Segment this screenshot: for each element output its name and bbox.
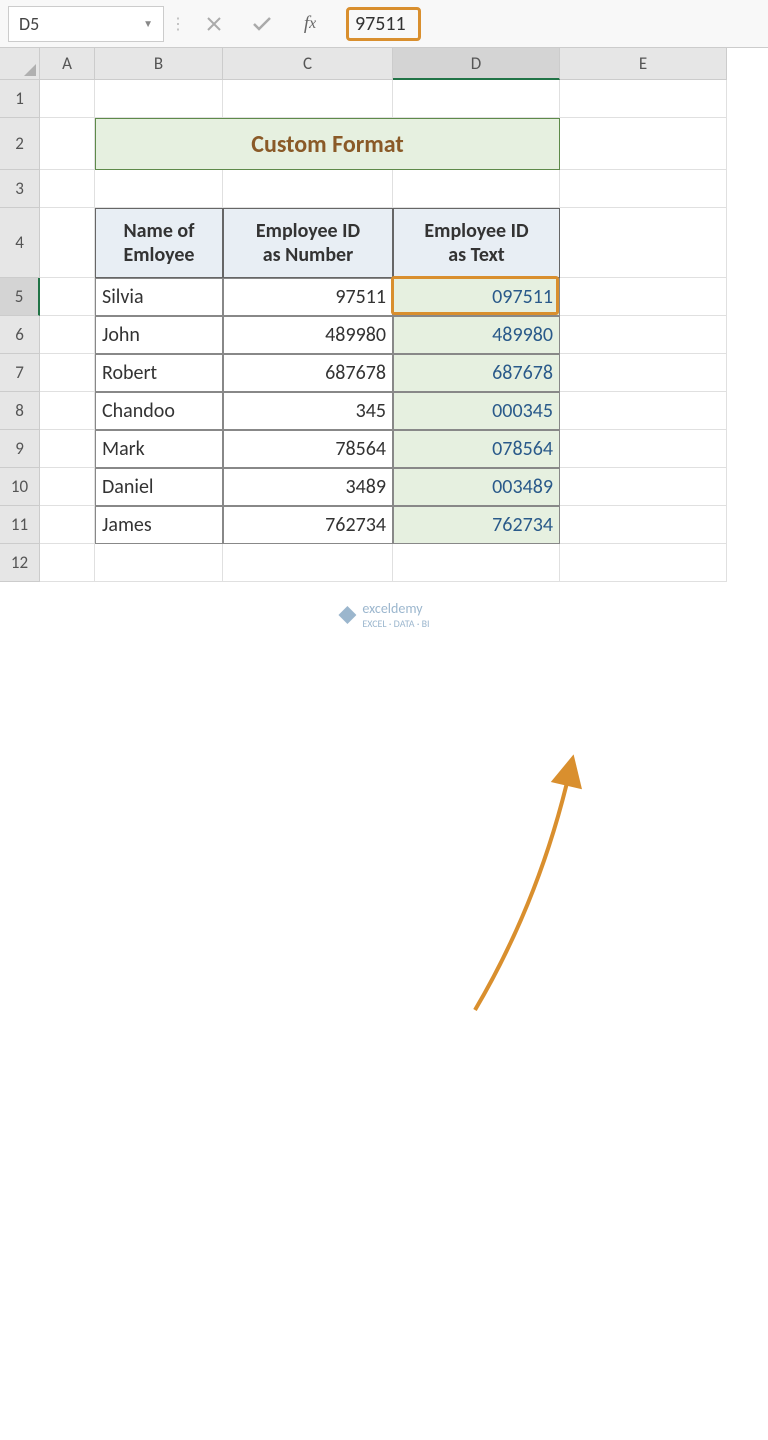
cell-C9[interactable]: 78564 <box>223 430 393 468</box>
col-header-a[interactable]: A <box>40 48 95 80</box>
formula-value: 97511 <box>346 7 421 41</box>
cell-E7[interactable] <box>560 354 727 392</box>
cell-A6[interactable] <box>40 316 95 354</box>
cell-B2[interactable]: Custom Format <box>95 118 560 170</box>
row-header-10[interactable]: 10 <box>0 468 40 506</box>
cell-E1[interactable] <box>560 80 727 118</box>
cell-B3[interactable] <box>95 170 223 208</box>
separator: ⋮ <box>168 9 188 39</box>
cell-B11[interactable]: James <box>95 506 223 544</box>
cell-A8[interactable] <box>40 392 95 430</box>
cell-C4[interactable]: Employee IDas Number <box>223 208 393 278</box>
cell-B10[interactable]: Daniel <box>95 468 223 506</box>
col-header-d[interactable]: D <box>393 48 560 80</box>
cell-A3[interactable] <box>40 170 95 208</box>
cell-B1[interactable] <box>95 80 223 118</box>
cell-B7[interactable]: Robert <box>95 354 223 392</box>
row-header-11[interactable]: 11 <box>0 506 40 544</box>
cell-D5[interactable]: 097511 <box>393 278 560 316</box>
watermark-icon <box>338 606 356 624</box>
enter-button[interactable] <box>240 6 284 42</box>
cell-B5[interactable]: Silvia <box>95 278 223 316</box>
cell-D3[interactable] <box>393 170 560 208</box>
cell-A12[interactable] <box>40 544 95 582</box>
cell-C7[interactable]: 687678 <box>223 354 393 392</box>
col-header-b[interactable]: B <box>95 48 223 80</box>
cell-C5[interactable]: 97511 <box>223 278 393 316</box>
col-header-c[interactable]: C <box>223 48 393 80</box>
cell-D10[interactable]: 003489 <box>393 468 560 506</box>
row-header-12[interactable]: 12 <box>0 544 40 582</box>
row-header-7[interactable]: 7 <box>0 354 40 392</box>
cell-E4[interactable] <box>560 208 727 278</box>
cell-C12[interactable] <box>223 544 393 582</box>
cell-D4[interactable]: Employee IDas Text <box>393 208 560 278</box>
cell-B12[interactable] <box>95 544 223 582</box>
cell-B6[interactable]: John <box>95 316 223 354</box>
cell-B8[interactable]: Chandoo <box>95 392 223 430</box>
column-headers: ABCDE <box>40 48 727 80</box>
select-all-corner[interactable] <box>0 48 40 80</box>
cell-A11[interactable] <box>40 506 95 544</box>
watermark-brand: exceldemy <box>362 600 429 617</box>
row-header-8[interactable]: 8 <box>0 392 40 430</box>
cell-A7[interactable] <box>40 354 95 392</box>
cell-C1[interactable] <box>223 80 393 118</box>
cell-B4[interactable]: Name ofEmloyee <box>95 208 223 278</box>
col-header-e[interactable]: E <box>560 48 727 80</box>
cell-E12[interactable] <box>560 544 727 582</box>
cell-A1[interactable] <box>40 80 95 118</box>
row-header-1[interactable]: 1 <box>0 80 40 118</box>
cell-E2[interactable] <box>560 118 727 170</box>
row-header-9[interactable]: 9 <box>0 430 40 468</box>
cell-D6[interactable]: 489980 <box>393 316 560 354</box>
cell-A10[interactable] <box>40 468 95 506</box>
cell-A5[interactable] <box>40 278 95 316</box>
cell-C10[interactable]: 3489 <box>223 468 393 506</box>
cell-D8[interactable]: 000345 <box>393 392 560 430</box>
cell-D1[interactable] <box>393 80 560 118</box>
cell-C11[interactable]: 762734 <box>223 506 393 544</box>
cells-area[interactable]: Custom FormatName ofEmloyeeEmployee IDas… <box>40 80 727 582</box>
dropdown-icon[interactable]: ▼ <box>143 17 153 30</box>
cell-E9[interactable] <box>560 430 727 468</box>
cell-D12[interactable] <box>393 544 560 582</box>
cell-D7[interactable]: 687678 <box>393 354 560 392</box>
watermark: exceldemy EXCEL · DATA · BI <box>338 600 429 630</box>
cell-A9[interactable] <box>40 430 95 468</box>
cell-E8[interactable] <box>560 392 727 430</box>
cell-E11[interactable] <box>560 506 727 544</box>
cell-E6[interactable] <box>560 316 727 354</box>
cell-E3[interactable] <box>560 170 727 208</box>
fx-button[interactable]: fx <box>288 6 332 42</box>
cancel-button[interactable] <box>192 6 236 42</box>
cell-C3[interactable] <box>223 170 393 208</box>
row-header-6[interactable]: 6 <box>0 316 40 354</box>
name-box-value: D5 <box>19 13 39 35</box>
name-box[interactable]: D5 ▼ <box>8 6 164 42</box>
formula-bar: D5 ▼ ⋮ fx 97511 <box>0 0 768 48</box>
row-header-4[interactable]: 4 <box>0 208 40 278</box>
cell-C6[interactable]: 489980 <box>223 316 393 354</box>
formula-input[interactable]: 97511 <box>336 6 760 42</box>
row-headers: 123456789101112 <box>0 80 40 582</box>
cell-C8[interactable]: 345 <box>223 392 393 430</box>
annotation-arrow <box>0 720 768 1440</box>
row-header-2[interactable]: 2 <box>0 118 40 170</box>
cell-B9[interactable]: Mark <box>95 430 223 468</box>
cell-A4[interactable] <box>40 208 95 278</box>
cell-E5[interactable] <box>560 278 727 316</box>
cell-E10[interactable] <box>560 468 727 506</box>
cell-D11[interactable]: 762734 <box>393 506 560 544</box>
row-header-5[interactable]: 5 <box>0 278 40 316</box>
cell-D9[interactable]: 078564 <box>393 430 560 468</box>
watermark-tagline: EXCEL · DATA · BI <box>362 617 429 630</box>
cell-A2[interactable] <box>40 118 95 170</box>
row-header-3[interactable]: 3 <box>0 170 40 208</box>
